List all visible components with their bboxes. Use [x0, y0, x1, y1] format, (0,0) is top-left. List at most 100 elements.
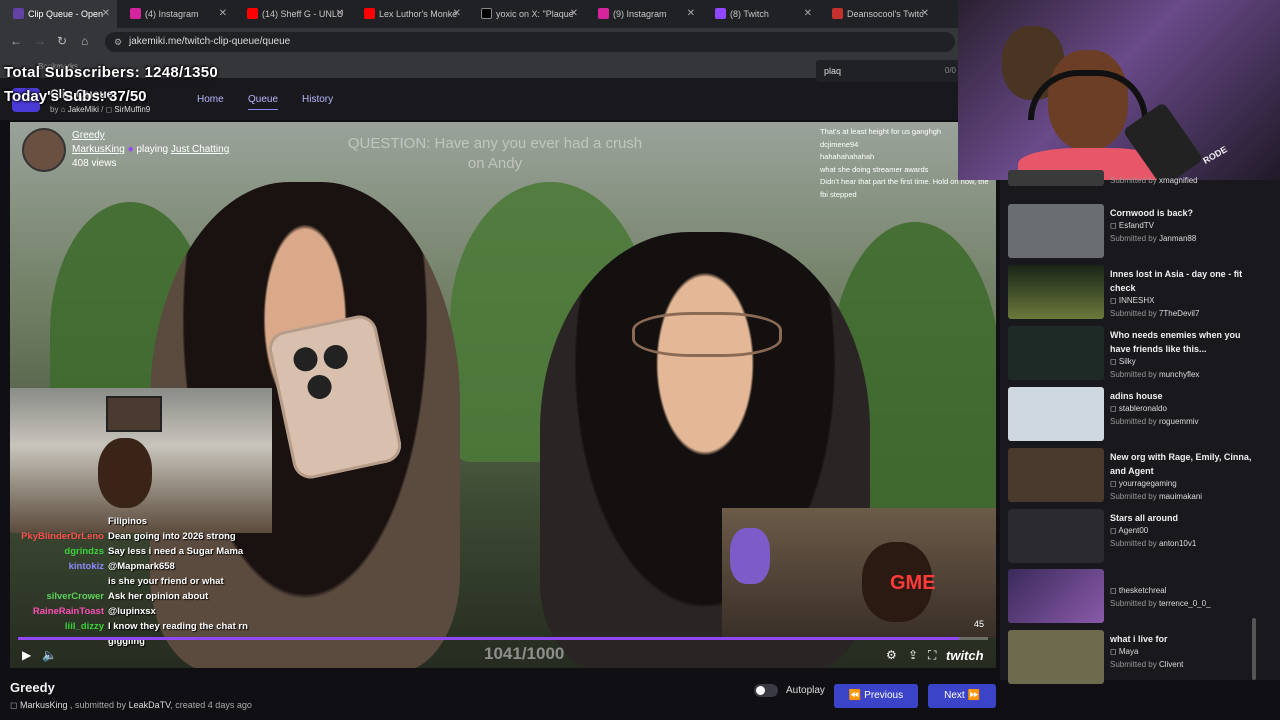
chat-row: is she your friend or what	[108, 576, 224, 587]
nav-home[interactable]: Home	[197, 94, 224, 105]
webcam-person	[98, 438, 152, 508]
streamer-webcam-inset	[10, 388, 272, 533]
video-player[interactable]: Greedy MarkusKing ● playing Just Chattin…	[10, 122, 996, 668]
browser-tab[interactable]: Deansocool's Twitc ✕	[819, 0, 936, 28]
queue-channel: ◻ Silky	[1110, 357, 1136, 366]
queue-submitter: Submitted by roguemmiv	[1110, 417, 1199, 426]
streamer-webcam: RODE	[958, 0, 1280, 180]
browser-tab[interactable]: (8) Twitch ✕	[702, 0, 819, 28]
verified-icon: ●	[127, 144, 134, 155]
close-tab-icon[interactable]: ✕	[336, 0, 344, 28]
queue-title: Who needs enemies when you have friends …	[1110, 330, 1241, 354]
queue-item[interactable]: Cornwood is back? ◻ EsfandTV Submitted b…	[1008, 204, 1268, 260]
queue-thumbnail[interactable]	[1008, 630, 1104, 684]
fullscreen-icon[interactable]: ⛶	[928, 648, 936, 663]
youtube-favicon-icon	[364, 8, 375, 19]
app-header: Clip Queue by ⌂ JakeMiki / ◻ SirMuffin9 …	[0, 78, 1000, 120]
chat-row: PkyBlinderDrLeno Dean going into 2026 str…	[21, 531, 236, 542]
next-icon: ⏩	[967, 690, 980, 701]
question-overlay: QUESTION: Have any you ever had a crush …	[347, 135, 643, 172]
video-title[interactable]: Greedy	[72, 130, 105, 141]
next-button[interactable]: Next ⏩	[928, 684, 996, 708]
volume-icon[interactable]: 🔈	[42, 648, 57, 662]
home-icon[interactable]: ⌂	[81, 34, 88, 48]
channel-avatar[interactable]	[22, 128, 66, 172]
queue-thumbnail[interactable]	[1008, 569, 1104, 623]
close-tab-icon[interactable]: ✕	[570, 0, 578, 28]
queue-thumbnail[interactable]	[1008, 326, 1104, 380]
close-tab-icon[interactable]: ✕	[921, 0, 929, 28]
queue-submitter: Submitted by Clivent	[1110, 660, 1184, 669]
queue-item[interactable]: New org with Rage, Emily, Cinna, and Age…	[1008, 448, 1268, 504]
camera-lens	[305, 372, 334, 402]
browser-tab[interactable]: (4) Instagram ✕	[117, 0, 234, 28]
browser-tab[interactable]: (14) Sheff G - UNLU ✕	[234, 0, 351, 28]
find-in-page-input[interactable]: plaq 0/0	[816, 60, 960, 82]
chat-row: RaineRainToast @lupinxsx	[32, 606, 156, 617]
queue-submitter: Submitted by Janman88	[1110, 234, 1197, 243]
second-webcam-inset: GME	[722, 508, 996, 638]
queue-submitter: Submitted by anton10v1	[1110, 539, 1197, 548]
close-tab-icon[interactable]: ✕	[102, 0, 110, 28]
queue-item[interactable]: Who needs enemies when you have friends …	[1008, 326, 1268, 382]
share-icon[interactable]: ⇪	[908, 648, 918, 662]
queue-item[interactable]: Stars all around ◻ Agent00 Submitted by …	[1008, 509, 1268, 565]
close-tab-icon[interactable]: ✕	[219, 0, 227, 28]
find-count: 0/0	[944, 66, 956, 75]
queue-submitter: Submitted by munchyflex	[1110, 370, 1200, 379]
clip-queue-sidebar: Submitted by xmagnified Cornwood is back…	[1000, 170, 1280, 684]
clip-channel-link[interactable]: MarkusKing	[20, 700, 68, 710]
nav-queue[interactable]: Queue	[248, 94, 279, 110]
settings-icon[interactable]: ⚙	[886, 648, 897, 662]
queue-title: Cornwood is back?	[1110, 208, 1194, 218]
site-favicon-icon	[832, 8, 843, 19]
app-byline: by ⌂ JakeMiki / ◻ SirMuffin9	[50, 105, 151, 114]
autoplay-label: Autoplay	[786, 685, 825, 696]
camera-lens	[321, 342, 350, 372]
browser-tab[interactable]: Lex Luthor's Monke ✕	[351, 0, 468, 28]
close-tab-icon[interactable]: ✕	[453, 0, 461, 28]
reload-icon[interactable]: ↻	[57, 34, 67, 48]
clip-info-bar: Greedy ◻ MarkusKing , submitted by LeakD…	[0, 670, 1000, 720]
browser-tab[interactable]: (9) Instagram ✕	[585, 0, 702, 28]
play-icon[interactable]: ▶	[22, 648, 31, 662]
queue-thumbnail[interactable]	[1008, 509, 1104, 563]
url-field[interactable]: ⚙ jakemiki.me/twitch-clip-queue/queue	[105, 32, 955, 52]
clip-submitter: LeakDaTV	[128, 700, 171, 710]
queue-thumbnail[interactable]	[1008, 448, 1104, 502]
author-link[interactable]: SirMuffin9	[114, 105, 150, 114]
queue-item[interactable]: adins house ◻ stableronaldo Submitted by…	[1008, 387, 1268, 443]
goal-counter: 1041/1000	[484, 644, 565, 663]
queue-thumbnail[interactable]	[1008, 265, 1104, 319]
site-info-icon[interactable]: ⚙	[114, 32, 122, 52]
video-progress-fill	[18, 637, 959, 640]
queue-item[interactable]: what i live for ◻ Maya Submitted by Cliv…	[1008, 630, 1268, 686]
plush-decor	[730, 528, 770, 584]
previous-button[interactable]: ⏪ Previous	[834, 684, 918, 708]
queue-thumbnail[interactable]	[1008, 204, 1104, 258]
browser-tab[interactable]: Clip Queue - Open ✕	[0, 0, 117, 28]
queue-scrollbar[interactable]	[1252, 618, 1256, 680]
twitch-logo[interactable]: twitch	[946, 648, 984, 663]
forward-icon[interactable]: →	[34, 34, 46, 48]
glasses-decor	[632, 312, 782, 357]
queue-item[interactable]: Innes lost in Asia - day one - fit check…	[1008, 265, 1268, 321]
nav-history[interactable]: History	[302, 94, 333, 105]
chat-row: silverCrower Ask her opinion about	[46, 591, 209, 602]
queue-thumbnail[interactable]	[1008, 387, 1104, 441]
queue-item[interactable]: ◻ thesketchreal Submitted by terrence_0_…	[1008, 569, 1268, 625]
queue-submitter: Submitted by 7TheDevil7	[1110, 309, 1200, 318]
back-icon[interactable]: ←	[10, 34, 22, 48]
queue-thumbnail[interactable]	[1008, 170, 1104, 186]
chat-row: dgrindzs Say less i need a Sugar Mama	[64, 546, 244, 557]
close-tab-icon[interactable]: ✕	[687, 0, 695, 28]
queue-title: Stars all around	[1110, 513, 1179, 523]
author-link[interactable]: JakeMiki	[68, 105, 99, 114]
browser-tab[interactable]: yoxic on X: "Plaque ✕	[468, 0, 585, 28]
close-tab-icon[interactable]: ✕	[804, 0, 812, 28]
instagram-favicon-icon	[130, 8, 141, 19]
autoplay-toggle[interactable]	[754, 684, 778, 697]
video-progress-bar[interactable]	[18, 637, 988, 640]
video-channel-line: MarkusKing ● playing Just Chatting	[72, 144, 230, 155]
video-views: 408 views	[72, 158, 117, 169]
